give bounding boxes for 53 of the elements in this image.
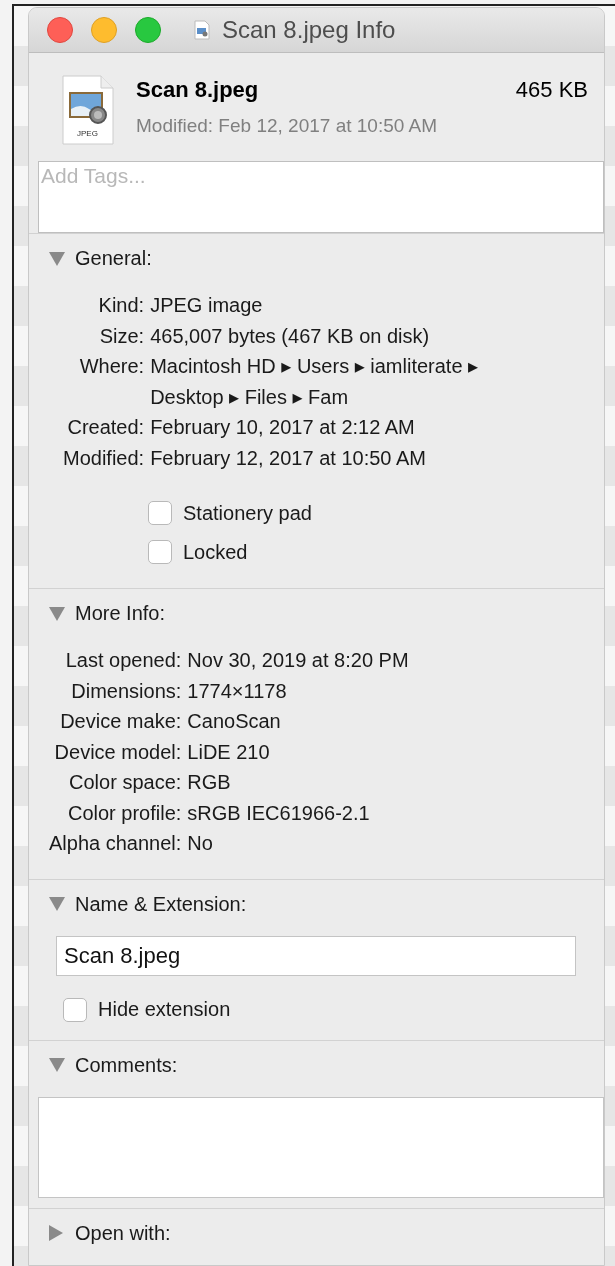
section-title[interactable]: General: bbox=[75, 247, 152, 270]
close-button[interactable] bbox=[47, 17, 73, 43]
property-label: Dimensions: bbox=[70, 678, 182, 704]
property-value: 465,007 bytes (467 KB on disk) bbox=[150, 323, 431, 349]
minimize-button[interactable] bbox=[91, 17, 117, 43]
property-value: CanoScan bbox=[187, 709, 282, 734]
comments-field[interactable] bbox=[38, 1096, 604, 1198]
zoom-button[interactable] bbox=[135, 17, 161, 43]
property-value: sRGB IEC61966-2.1 bbox=[187, 800, 371, 826]
file-size: 465 KB bbox=[515, 77, 588, 103]
collapse-triangle-icon[interactable] bbox=[49, 896, 65, 912]
property-label: Color profile: bbox=[66, 800, 182, 826]
checkbox[interactable] bbox=[63, 997, 87, 1022]
checkbox-label: Hide extension bbox=[98, 998, 231, 1021]
section-title[interactable]: Name & Extension: bbox=[75, 892, 247, 916]
collapse-triangle-icon[interactable] bbox=[49, 605, 65, 622]
collapse-triangle-icon[interactable] bbox=[49, 250, 65, 267]
checkbox-label: Locked bbox=[183, 540, 248, 564]
property-label: Created: bbox=[66, 415, 145, 440]
property-value: Nov 30, 2019 at 8:20 PM bbox=[187, 648, 410, 673]
property-label: Size: bbox=[98, 323, 145, 349]
property-value: February 12, 2017 at 10:50 AM bbox=[150, 445, 427, 471]
section-title[interactable]: Comments: bbox=[75, 1053, 178, 1077]
property-value: JPEG image bbox=[150, 293, 264, 318]
property-label: Alpha channel: bbox=[49, 831, 182, 856]
property-label: Modified: bbox=[63, 445, 145, 471]
file-name: Scan 8.jpeg bbox=[136, 77, 259, 103]
property-label: Device model: bbox=[53, 739, 182, 765]
property-value: Macintosh HD ▸ Users ▸ iamliterate ▸ Desktop ▸ Files ▸ Fam bbox=[150, 354, 480, 410]
file-type-label: JPEG bbox=[77, 129, 98, 138]
checkbox[interactable] bbox=[148, 540, 172, 564]
property-value: No bbox=[187, 831, 214, 856]
expand-triangle-icon[interactable] bbox=[49, 1225, 65, 1241]
tags-field[interactable]: Add Tags... bbox=[38, 161, 604, 233]
property-label: Color space: bbox=[68, 770, 182, 795]
document-icon bbox=[194, 20, 210, 40]
checkbox[interactable] bbox=[148, 501, 172, 525]
property-label: Device make: bbox=[59, 709, 182, 734]
property-label: Last opened: bbox=[64, 648, 182, 673]
name-field[interactable]: Scan 8.jpeg bbox=[56, 935, 576, 976]
window-title: Scan 8.jpeg Info bbox=[222, 16, 396, 44]
property-value: LiDE 210 bbox=[187, 739, 271, 765]
jpeg-file-icon bbox=[62, 75, 114, 145]
property-value: 1774×1178 bbox=[187, 678, 288, 704]
property-label: Where: bbox=[78, 354, 145, 379]
property-value: February 10, 2017 at 2:12 AM bbox=[150, 415, 416, 440]
property-value: RGB bbox=[187, 770, 232, 795]
modified-date: Modified: Feb 12, 2017 at 10:50 AM bbox=[136, 115, 439, 137]
section-title[interactable]: More Info: bbox=[75, 602, 166, 625]
collapse-triangle-icon[interactable] bbox=[49, 1057, 65, 1073]
property-label: Kind: bbox=[97, 293, 145, 318]
checkbox-label: Stationery pad bbox=[183, 501, 312, 525]
section-title[interactable]: Open with: bbox=[75, 1221, 171, 1245]
